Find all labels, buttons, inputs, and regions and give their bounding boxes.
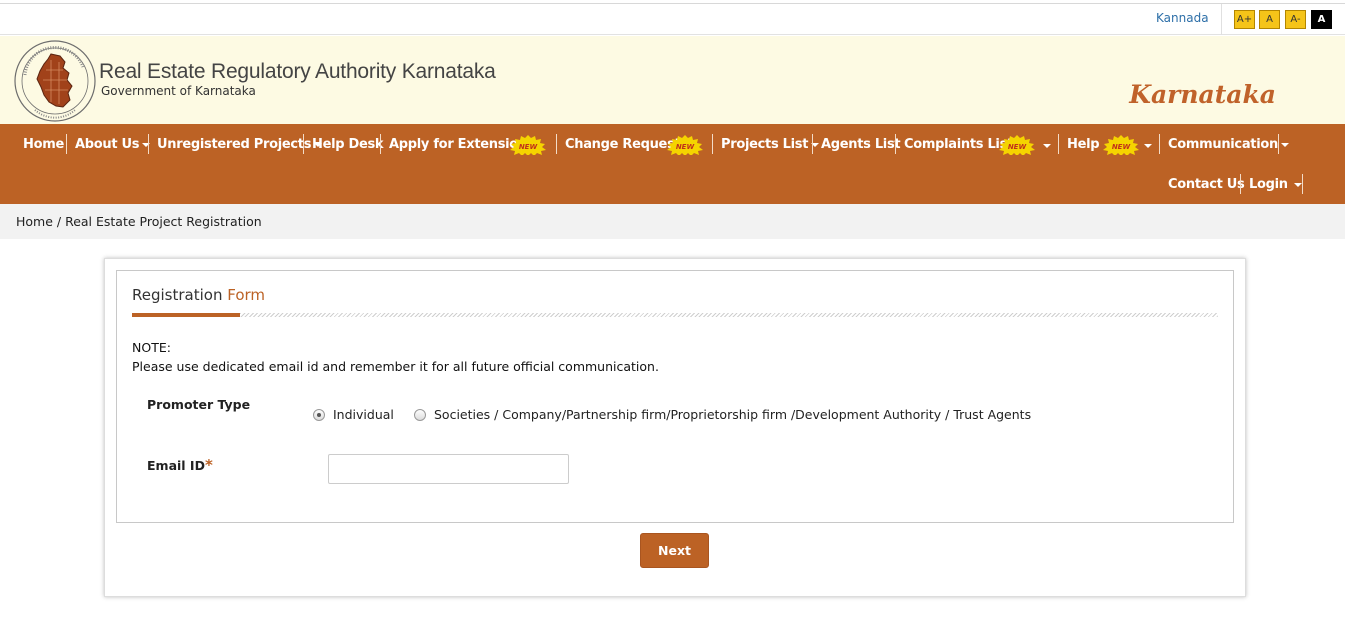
- nav-projects-list[interactable]: Projects List: [721, 137, 820, 152]
- radio-individual-label[interactable]: Individual: [333, 407, 394, 422]
- nav-divider: [812, 134, 813, 154]
- title-underline-accent: [132, 313, 240, 317]
- language-link-kannada[interactable]: Kannada: [1156, 11, 1209, 25]
- nav-divider: [1278, 134, 1279, 154]
- new-badge-text: NEW: [519, 143, 538, 151]
- utility-bar: Kannada A+ A A- A: [0, 4, 1345, 35]
- nav-divider: [895, 134, 896, 154]
- font-size-normal-button[interactable]: A: [1259, 10, 1280, 29]
- breadcrumb-text[interactable]: Home / Real Estate Project Registration: [16, 214, 262, 229]
- nav-about-us[interactable]: About Us: [75, 137, 151, 152]
- nav-divider: [1159, 134, 1160, 154]
- nav-contact-us[interactable]: Contact Us: [1168, 177, 1245, 192]
- site-header: Real Estate Regulatory Authority Karnata…: [0, 36, 1345, 124]
- radio-societies-company-label[interactable]: Societies / Company/Partnership firm/Pro…: [434, 407, 1031, 422]
- nav-divider: [1302, 174, 1303, 194]
- nav-help-desk[interactable]: Help Desk: [312, 137, 384, 152]
- nav-divider: [66, 134, 67, 154]
- main-navigation: Home About Us Unregistered Projects Help…: [0, 124, 1345, 204]
- nav-divider: [1240, 174, 1241, 194]
- nav-apply-for-extension-label: Apply for Extension: [389, 137, 527, 152]
- chevron-down-icon: [1293, 182, 1302, 187]
- site-title: Real Estate Regulatory Authority Karnata…: [99, 60, 496, 83]
- state-wordmark: Karnataka: [1129, 80, 1276, 109]
- nav-home-label: Home: [23, 137, 64, 152]
- note-label: NOTE:: [132, 340, 171, 355]
- karnataka-map-emblem-icon[interactable]: [13, 40, 97, 122]
- new-badge-icon: NEW: [1103, 135, 1139, 155]
- radio-societies-company[interactable]: [414, 409, 426, 421]
- nav-divider: [1058, 134, 1059, 154]
- form-title: Registration Form: [132, 286, 265, 304]
- new-badge-icon: NEW: [667, 135, 703, 155]
- chevron-down-icon[interactable]: [1043, 144, 1051, 148]
- email-label-text: Email ID: [147, 458, 205, 473]
- chevron-down-icon[interactable]: [1144, 144, 1152, 148]
- nav-communication[interactable]: Communication: [1168, 137, 1289, 152]
- nav-projects-list-label: Projects List: [721, 137, 809, 152]
- new-badge-text: NEW: [676, 143, 695, 151]
- new-badge-icon: NEW: [999, 135, 1035, 155]
- nav-agents-list-label: Agents List: [821, 137, 901, 152]
- nav-help-desk-label: Help Desk: [312, 137, 384, 152]
- utility-divider: [1221, 4, 1222, 35]
- title-underline-hatch: [240, 313, 1218, 317]
- nav-divider: [148, 134, 149, 154]
- nav-unregistered-projects[interactable]: Unregistered Projects: [157, 137, 323, 152]
- chevron-down-icon: [1280, 142, 1289, 147]
- nav-divider: [556, 134, 557, 154]
- form-fieldset: [116, 270, 1234, 523]
- nav-apply-for-extension[interactable]: Apply for Extension: [389, 137, 527, 152]
- email-field[interactable]: [328, 454, 569, 484]
- form-title-main: Registration: [132, 286, 223, 304]
- font-size-decrease-button[interactable]: A-: [1285, 10, 1306, 29]
- nav-divider: [303, 134, 304, 154]
- radio-individual[interactable]: [313, 409, 325, 421]
- nav-help[interactable]: Help: [1067, 137, 1100, 152]
- new-badge-text: NEW: [1112, 143, 1131, 151]
- nav-divider: [712, 134, 713, 154]
- nav-unregistered-projects-label: Unregistered Projects: [157, 137, 312, 152]
- nav-change-request[interactable]: Change Request: [565, 137, 681, 152]
- required-asterisk: *: [204, 456, 213, 474]
- nav-home[interactable]: Home: [23, 137, 64, 152]
- form-title-accent: Form: [227, 286, 266, 304]
- nav-agents-list[interactable]: Agents List: [821, 137, 901, 152]
- high-contrast-button[interactable]: A: [1311, 10, 1332, 29]
- nav-communication-label: Communication: [1168, 137, 1278, 152]
- email-label: Email ID*: [147, 456, 213, 474]
- nav-complaints-list-label: Complaints List: [904, 137, 1013, 152]
- new-badge-icon: NEW: [510, 135, 546, 155]
- promoter-type-label: Promoter Type: [147, 397, 251, 412]
- site-subtitle: Government of Karnataka: [101, 84, 256, 98]
- nav-contact-us-label: Contact Us: [1168, 177, 1245, 192]
- nav-divider: [380, 134, 381, 154]
- nav-about-us-label: About Us: [75, 137, 140, 152]
- next-button[interactable]: Next: [640, 533, 709, 568]
- nav-change-request-label: Change Request: [565, 137, 681, 152]
- nav-help-label: Help: [1067, 137, 1100, 152]
- font-size-increase-button[interactable]: A+: [1234, 10, 1255, 29]
- new-badge-text: NEW: [1008, 143, 1027, 151]
- breadcrumb: Home / Real Estate Project Registration: [0, 204, 1345, 239]
- note-text: Please use dedicated email id and rememb…: [132, 359, 659, 374]
- nav-login[interactable]: Login: [1249, 177, 1302, 192]
- nav-login-label: Login: [1249, 177, 1288, 192]
- nav-complaints-list[interactable]: Complaints List: [904, 137, 1013, 152]
